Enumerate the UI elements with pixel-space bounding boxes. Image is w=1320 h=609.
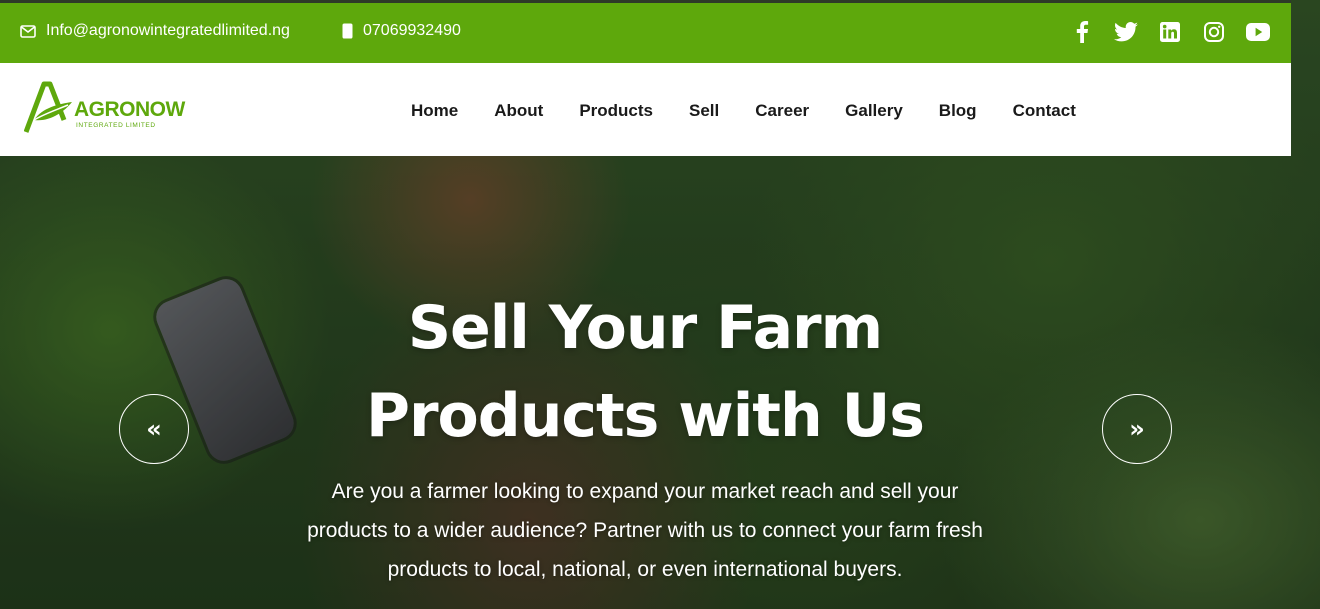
slider-next-button[interactable]: » (1102, 394, 1172, 464)
nav-item-career[interactable]: Career (755, 101, 809, 121)
twitter-icon[interactable] (1113, 20, 1139, 44)
hero-title: Sell Your Farm Products with Us (290, 284, 1000, 460)
instagram-icon[interactable] (1201, 20, 1227, 44)
slider-prev-button[interactable]: « (119, 394, 189, 464)
nav-item-gallery[interactable]: Gallery (845, 101, 903, 121)
nav-item-products[interactable]: Products (579, 101, 653, 121)
linkedin-icon[interactable] (1157, 20, 1183, 44)
social-links (1069, 20, 1271, 44)
logo-name: AGRONOW (74, 98, 185, 121)
nav-item-sell[interactable]: Sell (689, 101, 719, 121)
phone-text: 07069932490 (363, 22, 461, 39)
chevron-double-left-icon: « (146, 415, 162, 443)
main-navbar: AGRONOW INTEGRATED LIMITED Home About Pr… (0, 63, 1291, 156)
hero-title-line-2: Products with Us (365, 381, 925, 451)
envelope-icon (20, 24, 36, 38)
site-logo[interactable]: AGRONOW INTEGRATED LIMITED (24, 80, 185, 136)
hero-title-line-1: Sell Your Farm (407, 293, 883, 363)
agronow-logo-mark (24, 81, 72, 133)
email-contact[interactable]: Info@agronowintegratedlimited.ng (20, 22, 290, 40)
nav-item-contact[interactable]: Contact (1013, 101, 1076, 121)
hero-description: Are you a farmer looking to expand your … (307, 480, 983, 581)
nav-item-blog[interactable]: Blog (939, 101, 977, 121)
facebook-icon[interactable] (1069, 20, 1095, 44)
primary-nav: Home About Products Sell Career Gallery … (411, 101, 1076, 121)
top-bar: Info@agronowintegratedlimited.ng 0706993… (0, 0, 1291, 63)
youtube-icon[interactable] (1245, 20, 1271, 44)
mobile-phone-icon (342, 23, 353, 39)
chevron-double-right-icon: » (1129, 415, 1145, 443)
nav-item-home[interactable]: Home (411, 101, 458, 121)
phone-contact[interactable]: 07069932490 (342, 22, 461, 40)
email-text: Info@agronowintegratedlimited.ng (46, 22, 290, 39)
logo-tagline: INTEGRATED LIMITED (76, 122, 156, 129)
nav-item-about[interactable]: About (494, 101, 543, 121)
